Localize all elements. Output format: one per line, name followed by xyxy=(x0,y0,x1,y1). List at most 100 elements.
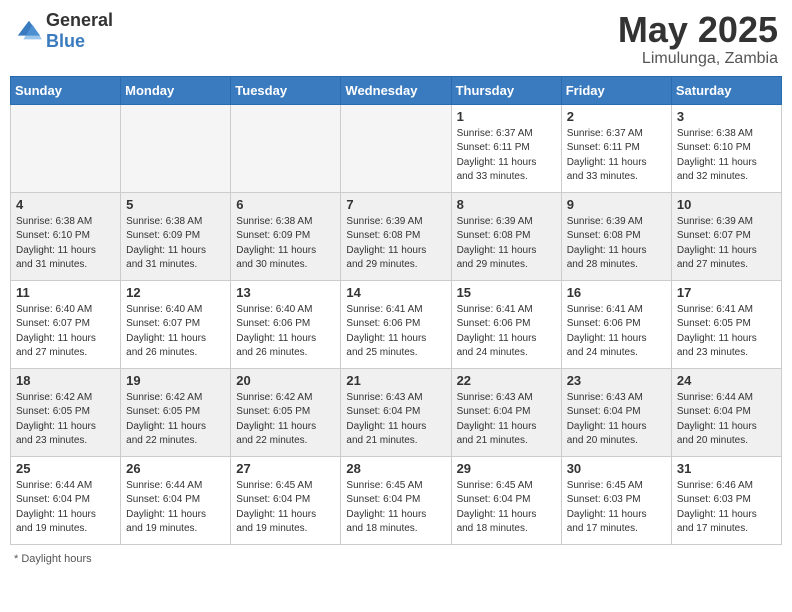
calendar-cell: 18 Sunrise: 6:42 AM Sunset: 6:05 PM Dayli… xyxy=(11,368,121,456)
calendar-day-header: Friday xyxy=(561,76,671,104)
calendar-cell xyxy=(121,104,231,192)
day-number: 4 xyxy=(16,197,115,212)
day-number: 6 xyxy=(236,197,335,212)
calendar-cell: 10 Sunrise: 6:39 AM Sunset: 6:07 PM Dayli… xyxy=(671,192,781,280)
logo-general: General xyxy=(46,10,113,30)
day-info: Sunrise: 6:38 AM Sunset: 6:10 PM Dayligh… xyxy=(677,127,776,185)
footer: * Daylight hours xyxy=(10,553,782,565)
calendar-table: SundayMondayTuesdayWednesdayThursdayFrid… xyxy=(10,76,782,545)
calendar-cell: 29 Sunrise: 6:45 AM Sunset: 6:04 PM Dayli… xyxy=(451,456,561,544)
calendar-cell: 7 Sunrise: 6:39 AM Sunset: 6:08 PM Daylig… xyxy=(341,192,451,280)
calendar-cell: 22 Sunrise: 6:43 AM Sunset: 6:04 PM Dayli… xyxy=(451,368,561,456)
day-number: 5 xyxy=(126,197,225,212)
day-number: 21 xyxy=(346,373,445,388)
calendar-cell: 19 Sunrise: 6:42 AM Sunset: 6:05 PM Dayli… xyxy=(121,368,231,456)
day-info: Sunrise: 6:39 AM Sunset: 6:08 PM Dayligh… xyxy=(346,215,445,273)
day-info: Sunrise: 6:44 AM Sunset: 6:04 PM Dayligh… xyxy=(126,479,225,537)
calendar-cell: 30Sunrise: 6:45 AM Sunset: 6:03 PM Dayli… xyxy=(561,456,671,544)
day-info: Sunrise: 6:44 AM Sunset: 6:04 PM Dayligh… xyxy=(677,391,776,449)
calendar-day-header: Thursday xyxy=(451,76,561,104)
logo-icon xyxy=(14,17,42,45)
day-number: 29 xyxy=(457,461,556,476)
day-info: Sunrise: 6:43 AM Sunset: 6:04 PM Dayligh… xyxy=(567,391,666,449)
calendar-cell: 16 Sunrise: 6:41 AM Sunset: 6:06 PM Dayli… xyxy=(561,280,671,368)
calendar-cell: 12Sunrise: 6:40 AM Sunset: 6:07 PM Dayli… xyxy=(121,280,231,368)
calendar-cell: 28Sunrise: 6:45 AM Sunset: 6:04 PM Dayli… xyxy=(341,456,451,544)
day-info: Sunrise: 6:37 AM Sunset: 6:11 PM Dayligh… xyxy=(567,127,666,185)
calendar-cell: 1 Sunrise: 6:37 AM Sunset: 6:11 PM Daylig… xyxy=(451,104,561,192)
calendar-cell: 14Sunrise: 6:41 AM Sunset: 6:06 PM Dayli… xyxy=(341,280,451,368)
day-number: 8 xyxy=(457,197,556,212)
calendar-cell: 24 Sunrise: 6:44 AM Sunset: 6:04 PM Dayli… xyxy=(671,368,781,456)
day-number: 7 xyxy=(346,197,445,212)
calendar-cell: 27 Sunrise: 6:45 AM Sunset: 6:04 PM Dayli… xyxy=(231,456,341,544)
day-number: 16 xyxy=(567,285,666,300)
calendar-week-row: 18 Sunrise: 6:42 AM Sunset: 6:05 PM Dayli… xyxy=(11,368,782,456)
calendar-cell: 15 Sunrise: 6:41 AM Sunset: 6:06 PM Dayli… xyxy=(451,280,561,368)
calendar-cell: 21Sunrise: 6:43 AM Sunset: 6:04 PM Dayli… xyxy=(341,368,451,456)
day-info: Sunrise: 6:39 AM Sunset: 6:08 PM Dayligh… xyxy=(457,215,556,273)
day-number: 26 xyxy=(126,461,225,476)
day-number: 22 xyxy=(457,373,556,388)
day-info: Sunrise: 6:42 AM Sunset: 6:05 PM Dayligh… xyxy=(16,391,115,449)
day-number: 23 xyxy=(567,373,666,388)
day-info: Sunrise: 6:41 AM Sunset: 6:06 PM Dayligh… xyxy=(346,303,445,361)
day-number: 2 xyxy=(567,109,666,124)
day-info: Sunrise: 6:41 AM Sunset: 6:05 PM Dayligh… xyxy=(677,303,776,361)
day-number: 9 xyxy=(567,197,666,212)
calendar-cell: 8 Sunrise: 6:39 AM Sunset: 6:08 PM Daylig… xyxy=(451,192,561,280)
calendar-cell: 17 Sunrise: 6:41 AM Sunset: 6:05 PM Dayli… xyxy=(671,280,781,368)
day-info: Sunrise: 6:45 AM Sunset: 6:03 PM Dayligh… xyxy=(567,479,666,537)
calendar-header-row: SundayMondayTuesdayWednesdayThursdayFrid… xyxy=(11,76,782,104)
day-number: 24 xyxy=(677,373,776,388)
day-number: 17 xyxy=(677,285,776,300)
day-info: Sunrise: 6:37 AM Sunset: 6:11 PM Dayligh… xyxy=(457,127,556,185)
calendar-cell: 31 Sunrise: 6:46 AM Sunset: 6:03 PM Dayli… xyxy=(671,456,781,544)
calendar-cell: 26 Sunrise: 6:44 AM Sunset: 6:04 PM Dayli… xyxy=(121,456,231,544)
day-number: 18 xyxy=(16,373,115,388)
calendar-cell: 20 Sunrise: 6:42 AM Sunset: 6:05 PM Dayli… xyxy=(231,368,341,456)
day-number: 19 xyxy=(126,373,225,388)
day-info: Sunrise: 6:41 AM Sunset: 6:06 PM Dayligh… xyxy=(567,303,666,361)
day-info: Sunrise: 6:45 AM Sunset: 6:04 PM Dayligh… xyxy=(236,479,335,537)
location-title: Limulunga, Zambia xyxy=(618,50,778,68)
calendar-week-row: 1 Sunrise: 6:37 AM Sunset: 6:11 PM Daylig… xyxy=(11,104,782,192)
calendar-cell: 4Sunrise: 6:38 AM Sunset: 6:10 PM Daylig… xyxy=(11,192,121,280)
calendar-cell: 9 Sunrise: 6:39 AM Sunset: 6:08 PM Daylig… xyxy=(561,192,671,280)
calendar-cell xyxy=(341,104,451,192)
day-number: 11 xyxy=(16,285,115,300)
day-number: 10 xyxy=(677,197,776,212)
calendar-day-header: Tuesday xyxy=(231,76,341,104)
page-header: General Blue May 2025 Limulunga, Zambia xyxy=(10,10,782,68)
calendar-day-header: Monday xyxy=(121,76,231,104)
daylight-hours-label: Daylight hours xyxy=(21,553,91,565)
logo-text: General Blue xyxy=(46,10,113,52)
day-info: Sunrise: 6:45 AM Sunset: 6:04 PM Dayligh… xyxy=(457,479,556,537)
day-info: Sunrise: 6:45 AM Sunset: 6:04 PM Dayligh… xyxy=(346,479,445,537)
calendar-day-header: Sunday xyxy=(11,76,121,104)
day-info: Sunrise: 6:39 AM Sunset: 6:07 PM Dayligh… xyxy=(677,215,776,273)
calendar-week-row: 25Sunrise: 6:44 AM Sunset: 6:04 PM Dayli… xyxy=(11,456,782,544)
logo: General Blue xyxy=(14,10,113,52)
day-info: Sunrise: 6:41 AM Sunset: 6:06 PM Dayligh… xyxy=(457,303,556,361)
day-info: Sunrise: 6:46 AM Sunset: 6:03 PM Dayligh… xyxy=(677,479,776,537)
calendar-cell xyxy=(11,104,121,192)
day-info: Sunrise: 6:43 AM Sunset: 6:04 PM Dayligh… xyxy=(457,391,556,449)
day-info: Sunrise: 6:42 AM Sunset: 6:05 PM Dayligh… xyxy=(126,391,225,449)
day-info: Sunrise: 6:38 AM Sunset: 6:09 PM Dayligh… xyxy=(126,215,225,273)
calendar-cell: 25Sunrise: 6:44 AM Sunset: 6:04 PM Dayli… xyxy=(11,456,121,544)
day-number: 31 xyxy=(677,461,776,476)
day-number: 20 xyxy=(236,373,335,388)
day-number: 15 xyxy=(457,285,556,300)
logo-blue: Blue xyxy=(46,31,85,51)
calendar-cell: 11Sunrise: 6:40 AM Sunset: 6:07 PM Dayli… xyxy=(11,280,121,368)
calendar-cell: 13Sunrise: 6:40 AM Sunset: 6:06 PM Dayli… xyxy=(231,280,341,368)
day-number: 12 xyxy=(126,285,225,300)
day-info: Sunrise: 6:38 AM Sunset: 6:09 PM Dayligh… xyxy=(236,215,335,273)
day-number: 27 xyxy=(236,461,335,476)
day-info: Sunrise: 6:39 AM Sunset: 6:08 PM Dayligh… xyxy=(567,215,666,273)
day-info: Sunrise: 6:42 AM Sunset: 6:05 PM Dayligh… xyxy=(236,391,335,449)
day-number: 1 xyxy=(457,109,556,124)
calendar-day-header: Wednesday xyxy=(341,76,451,104)
calendar-cell: 2 Sunrise: 6:37 AM Sunset: 6:11 PM Daylig… xyxy=(561,104,671,192)
